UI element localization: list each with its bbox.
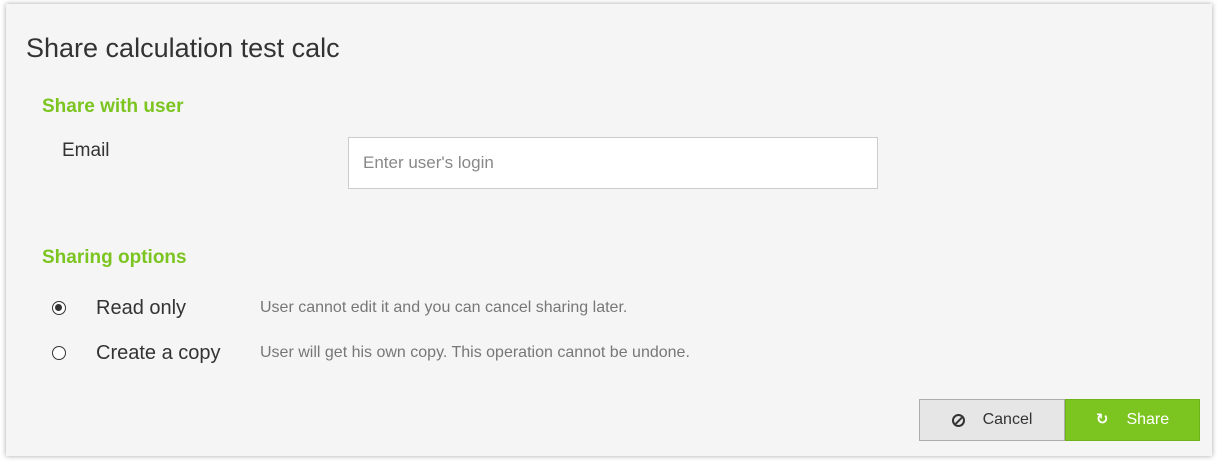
read-only-label[interactable]: Read only <box>96 295 186 321</box>
share-button-label: Share <box>1126 411 1170 428</box>
sharing-options-heading: Sharing options <box>42 247 187 268</box>
email-label: Email <box>62 140 110 161</box>
share-sync-icon: ↻ <box>1095 411 1109 428</box>
read-only-radio[interactable] <box>52 301 66 315</box>
create-copy-radio[interactable] <box>52 346 66 360</box>
create-copy-description: User will get his own copy. This operati… <box>260 344 690 361</box>
option-create-copy[interactable]: Create a copy User will get his own copy… <box>52 340 690 366</box>
cancel-button-label: Cancel <box>982 411 1033 428</box>
email-field[interactable] <box>348 137 878 189</box>
share-dialog: Share calculation test calc Share with u… <box>6 4 1212 456</box>
create-copy-label[interactable]: Create a copy <box>96 340 221 366</box>
ban-icon <box>951 413 965 427</box>
dialog-title: Share calculation test calc <box>26 33 340 63</box>
share-with-user-heading: Share with user <box>42 96 184 117</box>
share-button[interactable]: ↻ Share <box>1065 399 1200 441</box>
cancel-button[interactable]: Cancel <box>919 399 1065 441</box>
option-read-only[interactable]: Read only User cannot edit it and you ca… <box>52 295 627 321</box>
read-only-description: User cannot edit it and you can cancel s… <box>260 299 628 316</box>
